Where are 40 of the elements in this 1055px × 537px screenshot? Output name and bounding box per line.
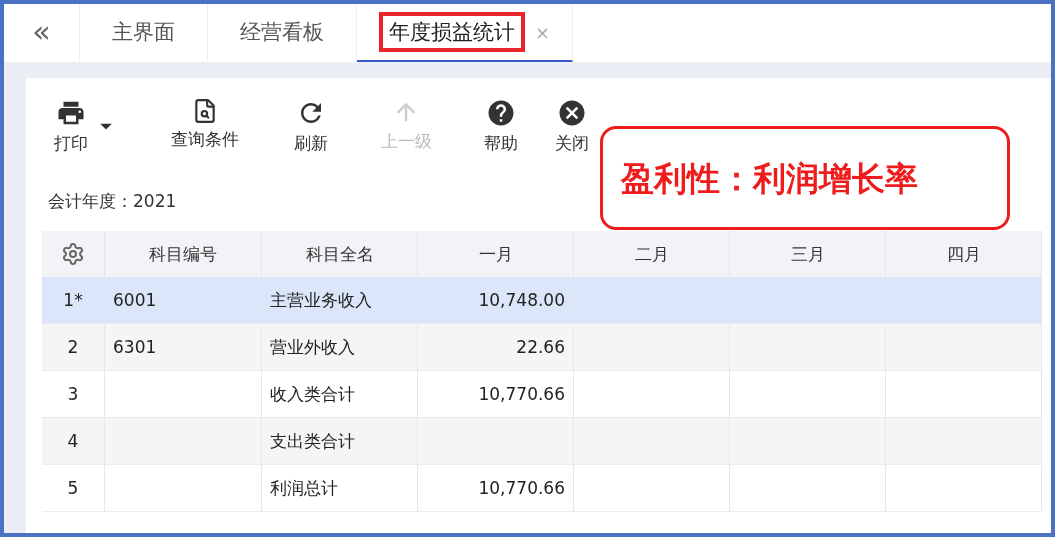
column-header: 四月 <box>886 231 1042 277</box>
settings-icon[interactable] <box>61 242 85 266</box>
table-cell: 主营业务收入 <box>262 277 418 324</box>
toolbar-button[interactable]: 帮助 <box>460 98 542 155</box>
toolbar-button[interactable]: 打印 <box>42 98 100 155</box>
tab-label: 主界面 <box>111 19 176 46</box>
tab-label: 年度损益统计 <box>379 12 525 52</box>
tab[interactable]: 经营看板 <box>208 4 357 62</box>
table-cell: 利润总计 <box>262 465 418 512</box>
tab-label: 经营看板 <box>239 19 325 46</box>
table-cell: 6301 <box>105 324 262 371</box>
table-cell: 收入类合计 <box>262 371 418 418</box>
row-number: 4 <box>42 418 105 465</box>
toolbar-button[interactable]: 查询条件 <box>140 98 270 151</box>
table-cell: 支出类合计 <box>262 418 418 465</box>
table-cell: 6001 <box>105 277 262 324</box>
row-number: 1* <box>42 277 105 324</box>
table-cell: 10,748.00 <box>418 277 574 324</box>
table-cell: 22.66 <box>418 324 574 371</box>
toolbar-button[interactable]: 关闭 <box>542 98 602 155</box>
toolbar-button[interactable]: 刷新 <box>270 98 352 155</box>
document-search-icon <box>192 98 218 124</box>
column-header: 科目编号 <box>105 231 262 277</box>
settings-header-cell[interactable] <box>42 231 105 277</box>
column-header: 三月 <box>730 231 886 277</box>
column-header: 一月 <box>418 231 574 277</box>
table-cell: 10,770.66 <box>418 371 574 418</box>
table-cell: 10,770.66 <box>418 465 574 512</box>
annotation-callout: 盈利性：利润增长率 <box>600 126 1010 230</box>
close-icon <box>557 98 587 128</box>
table-cell: 营业外收入 <box>262 324 418 371</box>
tab[interactable]: 年度损益统计 × <box>357 4 574 62</box>
row-number: 2 <box>42 324 105 371</box>
row-number: 5 <box>42 465 105 512</box>
help-icon <box>486 98 516 128</box>
column-header: 科目全名 <box>262 231 418 277</box>
row-number: 3 <box>42 371 105 418</box>
column-header: 二月 <box>574 231 730 277</box>
tab[interactable]: 主界面 <box>80 4 208 62</box>
fiscal-year-label: 会计年度：2021 <box>48 190 177 213</box>
